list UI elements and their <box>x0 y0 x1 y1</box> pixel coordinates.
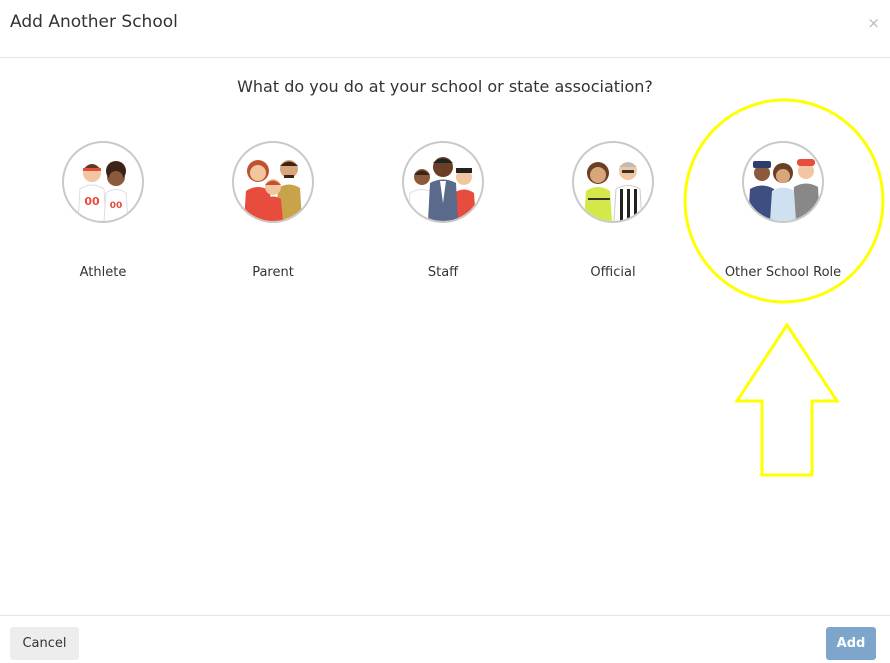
modal-title: Add Another School <box>10 12 178 32</box>
parent-avatar-icon <box>232 141 314 223</box>
staff-avatar-icon <box>402 141 484 223</box>
role-option-parent[interactable]: Parent <box>193 141 353 280</box>
role-option-athlete[interactable]: 00 00 Athlete <box>23 141 183 280</box>
add-button[interactable]: Add <box>826 627 876 660</box>
role-label-other-school-role: Other School Role <box>724 265 842 280</box>
up-arrow <box>734 322 840 477</box>
cancel-button[interactable]: Cancel <box>10 627 79 660</box>
role-option-official[interactable]: Official <box>533 141 693 280</box>
other-school-role-avatar-icon <box>742 141 824 223</box>
svg-text:00: 00 <box>110 201 123 211</box>
role-label-athlete: Athlete <box>79 265 127 280</box>
athlete-avatar-icon: 00 00 <box>62 141 144 223</box>
modal-footer: Cancel Add <box>0 615 890 663</box>
role-label-parent: Parent <box>252 265 294 280</box>
role-question: What do you do at your school or state a… <box>237 77 653 96</box>
official-avatar-icon <box>572 141 654 223</box>
modal-header: Add Another School × <box>0 0 890 58</box>
role-label-staff: Staff <box>427 265 459 280</box>
role-option-other-school-role[interactable]: Other School Role <box>703 141 863 280</box>
highlight-annotation <box>683 98 885 477</box>
role-option-staff[interactable]: Staff <box>363 141 523 280</box>
svg-text:00: 00 <box>84 195 100 208</box>
close-icon[interactable]: × <box>867 14 880 32</box>
role-label-official: Official <box>590 265 636 280</box>
